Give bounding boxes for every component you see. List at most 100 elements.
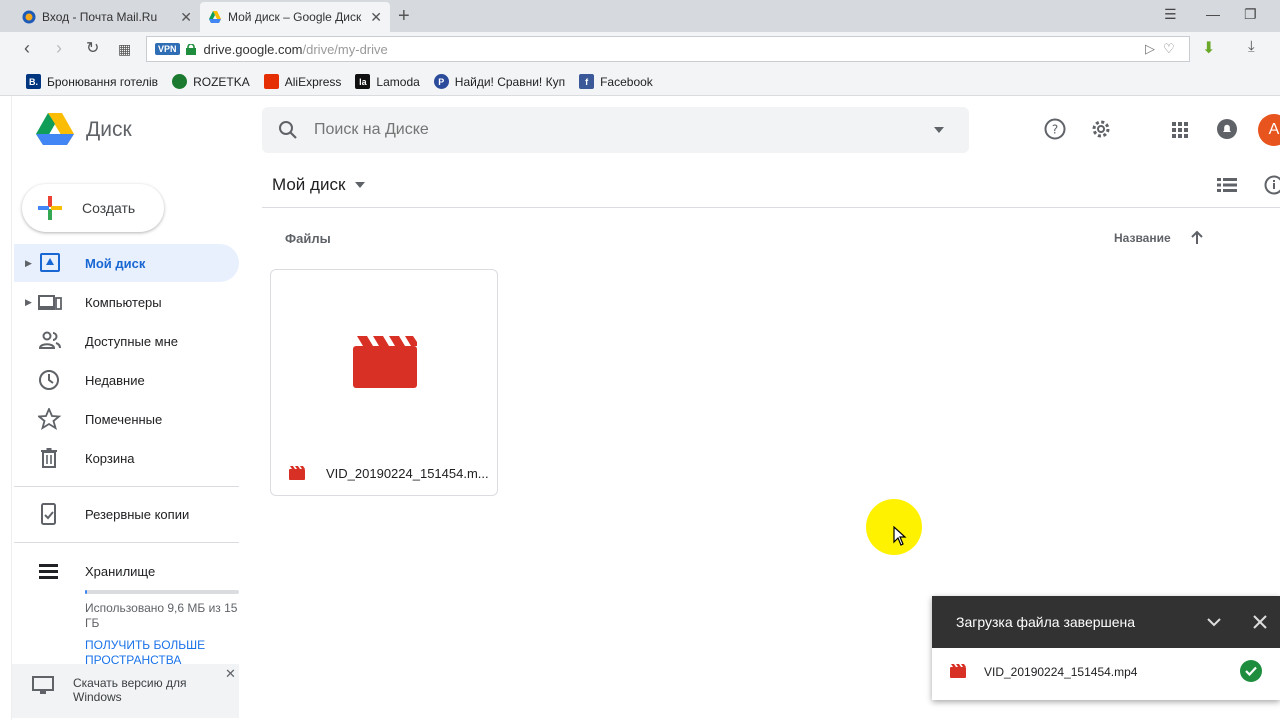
settings-gear-icon[interactable] xyxy=(1090,118,1112,140)
mouse-cursor-icon xyxy=(893,526,907,546)
heart-icon[interactable]: ♡ xyxy=(1163,41,1175,57)
rozetka-icon xyxy=(172,74,188,89)
file-name: VID_20190224_151454.m... xyxy=(326,466,489,481)
page-title: Мой диск xyxy=(272,175,346,194)
computers-icon xyxy=(38,295,62,310)
minimize-icon[interactable]: — xyxy=(1206,6,1220,22)
storage-used-text: Использовано 9,6 МБ из 15 ГБ xyxy=(85,601,238,630)
bookmark-label: AliExpress xyxy=(284,74,342,89)
download-app-banner[interactable]: Скачать версию для Windows ✕ xyxy=(12,664,239,718)
browser-tab-bar: Вход - Почта Mail.Ru ✕ Мой диск – Google… xyxy=(0,0,1280,32)
avatar[interactable]: A xyxy=(1258,114,1280,146)
back-icon[interactable]: ‹ xyxy=(24,38,30,59)
upload-panel-header: Загрузка файла завершена xyxy=(932,596,1280,648)
sidebar-item-computers[interactable]: ▶ Компьютеры xyxy=(14,283,239,321)
backup-icon xyxy=(41,503,56,525)
bookmark-label: ROZETKA xyxy=(193,74,250,89)
clock-icon xyxy=(39,370,59,390)
tab-title: Мой диск – Google Диск xyxy=(228,10,362,24)
close-banner-icon[interactable]: ✕ xyxy=(225,666,236,682)
sidebar-item-storage[interactable]: Хранилище xyxy=(14,552,239,590)
drive-logo-icon xyxy=(36,113,74,145)
upload-status-panel: Загрузка файла завершена VID_20190224_15… xyxy=(932,596,1280,700)
close-icon[interactable] xyxy=(1252,614,1268,630)
upload-panel-title: Загрузка файла завершена xyxy=(956,614,1136,630)
my-drive-title-dropdown[interactable]: Мой диск xyxy=(272,175,366,195)
upload-file-name: VID_20190224_151454.mp4 xyxy=(984,665,1138,679)
file-card[interactable]: VID_20190224_151454.m... xyxy=(270,269,498,496)
bookmark-label: Найди! Сравни! Куп xyxy=(454,74,566,89)
sidebar-item-label: Резервные копии xyxy=(85,506,190,522)
tab-menu-icon[interactable]: ☰ xyxy=(1164,6,1177,23)
sidebar-item-label: Мой диск xyxy=(85,255,146,271)
bookmark-booking[interactable]: B. Бронювання готелів xyxy=(26,74,158,89)
aliexpress-icon xyxy=(263,74,279,89)
sidebar-divider xyxy=(14,542,239,543)
sidebar-item-starred[interactable]: Помеченные xyxy=(14,400,239,438)
search-bar[interactable] xyxy=(262,107,969,153)
restore-icon[interactable]: ❐ xyxy=(1244,6,1257,23)
apps-grid-icon[interactable] xyxy=(1172,122,1188,138)
bookmark-label: Facebook xyxy=(600,74,653,89)
sidebar-item-backups[interactable]: Резервные копии xyxy=(14,495,239,533)
bookmark-facebook[interactable]: f Facebook xyxy=(579,74,653,89)
arrow-up-icon[interactable] xyxy=(1190,229,1204,245)
download-extension-icon[interactable]: ⬇ xyxy=(1202,38,1215,58)
tab-mail-login[interactable]: Вход - Почта Mail.Ru ✕ xyxy=(14,2,200,32)
new-tab-icon[interactable]: + xyxy=(398,5,410,28)
lamoda-icon: la xyxy=(355,74,371,89)
check-circle-icon xyxy=(1240,660,1262,682)
grid-view-icon[interactable]: ▦ xyxy=(118,41,131,58)
storage-icon xyxy=(39,564,58,579)
chevron-down-icon xyxy=(355,182,366,188)
sidebar-item-label: Корзина xyxy=(85,450,135,466)
create-button[interactable]: Создать xyxy=(22,184,164,232)
sidebar-item-shared[interactable]: Доступные мне xyxy=(14,322,239,360)
drive-logo-text: Диск xyxy=(86,118,132,141)
reload-icon[interactable]: ↻ xyxy=(86,38,99,58)
send-icon[interactable]: ▷ xyxy=(1145,41,1155,57)
sidebar-item-label: Хранилище xyxy=(85,563,156,579)
video-file-icon xyxy=(289,466,305,480)
sidebar-item-label: Недавние xyxy=(85,372,145,388)
bookmarks-bar: B. Бронювання готелів ROZETKA AliExpress … xyxy=(0,68,1280,96)
sidebar-item-label: Доступные мне xyxy=(85,333,179,349)
sidebar-item-my-drive[interactable]: ▶ Мой диск xyxy=(14,244,239,282)
list-view-icon[interactable] xyxy=(1217,177,1237,193)
help-icon[interactable]: ? xyxy=(1044,118,1066,140)
url-field[interactable]: VPN drive.google.com/drive/my-drive ▷ ♡ xyxy=(146,36,1190,62)
expand-icon[interactable]: ▶ xyxy=(25,297,32,308)
sidebar-item-recent[interactable]: Недавние xyxy=(14,361,239,399)
expand-icon[interactable]: ▶ xyxy=(25,258,32,269)
vpn-badge[interactable]: VPN xyxy=(155,43,180,55)
svg-text:?: ? xyxy=(1052,123,1058,137)
info-icon[interactable] xyxy=(1264,175,1280,195)
download-app-text: Скачать версию для Windows xyxy=(73,676,187,704)
price-icon: P xyxy=(433,74,449,89)
notifications-icon[interactable] xyxy=(1216,118,1238,140)
sort-by-name-button[interactable]: Название xyxy=(1114,231,1171,245)
close-tab-icon[interactable]: ✕ xyxy=(370,9,382,26)
sidebar-item-label: Помеченные xyxy=(85,411,163,427)
bookmark-lamoda[interactable]: la Lamoda xyxy=(355,74,420,89)
bookmark-rozetka[interactable]: ROZETKA xyxy=(172,74,250,89)
facebook-icon: f xyxy=(579,74,595,89)
bookmark-aliexpress[interactable]: AliExpress xyxy=(263,74,342,89)
tab-title: Вход - Почта Mail.Ru xyxy=(42,10,158,24)
booking-icon: B. xyxy=(26,74,41,89)
tab-my-drive[interactable]: Мой диск – Google Диск ✕ xyxy=(200,2,390,32)
lock-icon xyxy=(185,43,196,55)
close-tab-icon[interactable]: ✕ xyxy=(180,9,192,26)
sidebar-item-trash[interactable]: Корзина xyxy=(14,439,239,477)
monitor-icon xyxy=(32,676,54,694)
chevron-down-icon[interactable] xyxy=(1206,614,1222,630)
bookmark-price[interactable]: P Найди! Сравни! Куп xyxy=(433,74,566,89)
downloads-icon[interactable]: ⤓ xyxy=(1248,38,1255,55)
search-input[interactable] xyxy=(314,117,914,143)
sidebar-divider xyxy=(14,486,239,487)
forward-icon[interactable]: › xyxy=(56,38,62,59)
video-thumbnail-icon xyxy=(353,336,417,388)
search-icon[interactable] xyxy=(278,120,298,140)
search-options-icon[interactable] xyxy=(934,127,944,133)
main-divider xyxy=(262,207,1280,208)
